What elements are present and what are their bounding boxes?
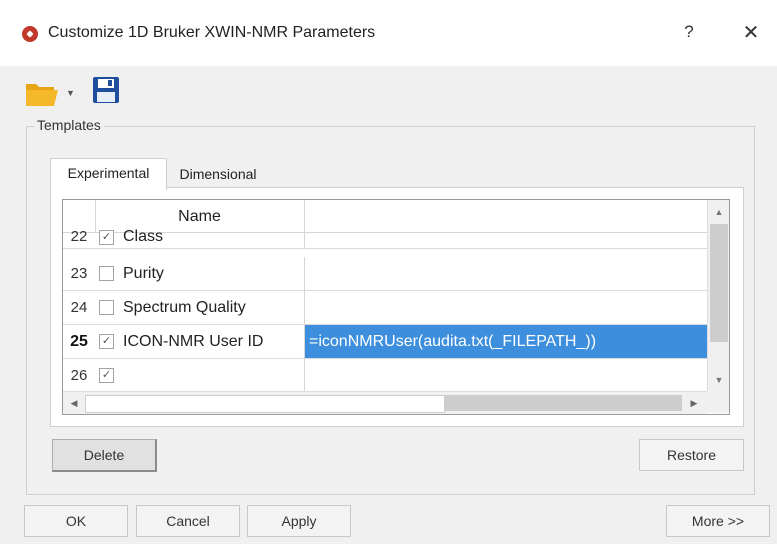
app-logo-icon xyxy=(22,26,38,42)
value-text xyxy=(305,265,309,282)
row-number: 22 xyxy=(70,228,88,245)
apply-button[interactable]: Apply xyxy=(247,505,351,537)
row-checkbox[interactable] xyxy=(99,266,114,281)
value-text xyxy=(305,234,309,251)
title-bar: Customize 1D Bruker XWIN-NMR Parameters … xyxy=(0,0,777,66)
folder-open-icon xyxy=(26,84,58,106)
toolbar: ▼ xyxy=(0,66,777,116)
dropdown-arrow-icon[interactable]: ▼ xyxy=(66,88,75,98)
vertical-scroll-thumb[interactable] xyxy=(710,224,728,342)
more-button[interactable]: More >> xyxy=(666,505,770,537)
open-template-button[interactable]: ▼ xyxy=(24,78,78,108)
row-checkbox[interactable]: ✓ xyxy=(99,230,114,245)
window-title: Customize 1D Bruker XWIN-NMR Parameters xyxy=(48,24,376,41)
scroll-up-icon[interactable]: ▲ xyxy=(708,202,729,222)
value-text xyxy=(305,367,309,384)
name-text: Class xyxy=(123,228,164,245)
horizontal-scrollbar[interactable]: ◀ ▶ xyxy=(63,391,707,414)
table-row-selected[interactable]: 25 ✓ ICON-NMR User ID =iconNMRUser(audit… xyxy=(63,325,707,359)
value-cell[interactable] xyxy=(305,291,707,324)
name-cell[interactable]: ✓ ICON-NMR User ID xyxy=(95,325,305,358)
value-cell[interactable] xyxy=(305,257,707,290)
name-text: ICON-NMR User ID xyxy=(123,333,264,350)
scroll-left-icon[interactable]: ◀ xyxy=(65,392,83,414)
table-row[interactable]: 26 ✓ xyxy=(63,359,707,391)
table-row[interactable]: 24 Spectrum Quality xyxy=(63,291,707,325)
vertical-scrollbar[interactable]: ▲ ▼ xyxy=(707,200,729,391)
tab-dimensional[interactable]: Dimensional xyxy=(168,160,268,188)
tab-experimental[interactable]: Experimental xyxy=(50,158,167,190)
value-cell[interactable] xyxy=(305,359,707,392)
table-row[interactable]: 22 ✓ Class xyxy=(63,226,707,249)
value-cell-selected[interactable]: =iconNMRUser(audita.txt(_FILEPATH_)) xyxy=(305,325,707,358)
row-number: 23 xyxy=(70,265,88,282)
name-cell[interactable]: ✓ xyxy=(95,359,305,391)
close-button[interactable]: ✕ xyxy=(740,22,762,44)
name-text: Purity xyxy=(123,265,164,282)
scroll-corner xyxy=(707,391,729,413)
restore-button[interactable]: Restore xyxy=(639,439,744,471)
name-cell[interactable]: Purity xyxy=(95,257,305,290)
row-number: 24 xyxy=(70,299,88,316)
row-checkbox[interactable]: ✓ xyxy=(99,368,114,383)
value-text: =iconNMRUser(audita.txt(_FILEPATH_)) xyxy=(309,333,597,350)
row-number: 26 xyxy=(70,367,88,384)
horizontal-scroll-track[interactable] xyxy=(444,395,682,411)
row-checkbox[interactable] xyxy=(99,300,114,315)
customize-dialog: Customize 1D Bruker XWIN-NMR Parameters … xyxy=(0,0,777,544)
help-button[interactable]: ? xyxy=(679,22,699,44)
name-cell[interactable]: Spectrum Quality xyxy=(95,291,305,324)
row-number: 25 xyxy=(70,333,88,350)
horizontal-scroll-thumb[interactable] xyxy=(85,395,445,413)
ok-button[interactable]: OK xyxy=(24,505,128,537)
name-cell[interactable]: ✓ Class xyxy=(95,226,305,248)
value-cell[interactable] xyxy=(305,226,707,248)
cancel-button[interactable]: Cancel xyxy=(136,505,240,537)
row-checkbox[interactable]: ✓ xyxy=(99,334,114,349)
save-floppy-icon xyxy=(93,77,119,103)
value-text xyxy=(305,299,309,316)
save-template-button[interactable] xyxy=(92,76,120,104)
name-text: Spectrum Quality xyxy=(123,299,246,316)
templates-group-title: Templates xyxy=(34,117,104,133)
scroll-down-icon[interactable]: ▼ xyxy=(708,370,729,390)
delete-button[interactable]: Delete xyxy=(52,439,157,472)
table-row[interactable]: 23 Purity xyxy=(63,257,707,291)
parameters-grid[interactable]: Name 22 ✓ Class 23 Purity 24 Spectrum Qu… xyxy=(62,199,730,415)
scroll-right-icon[interactable]: ▶ xyxy=(685,392,703,414)
